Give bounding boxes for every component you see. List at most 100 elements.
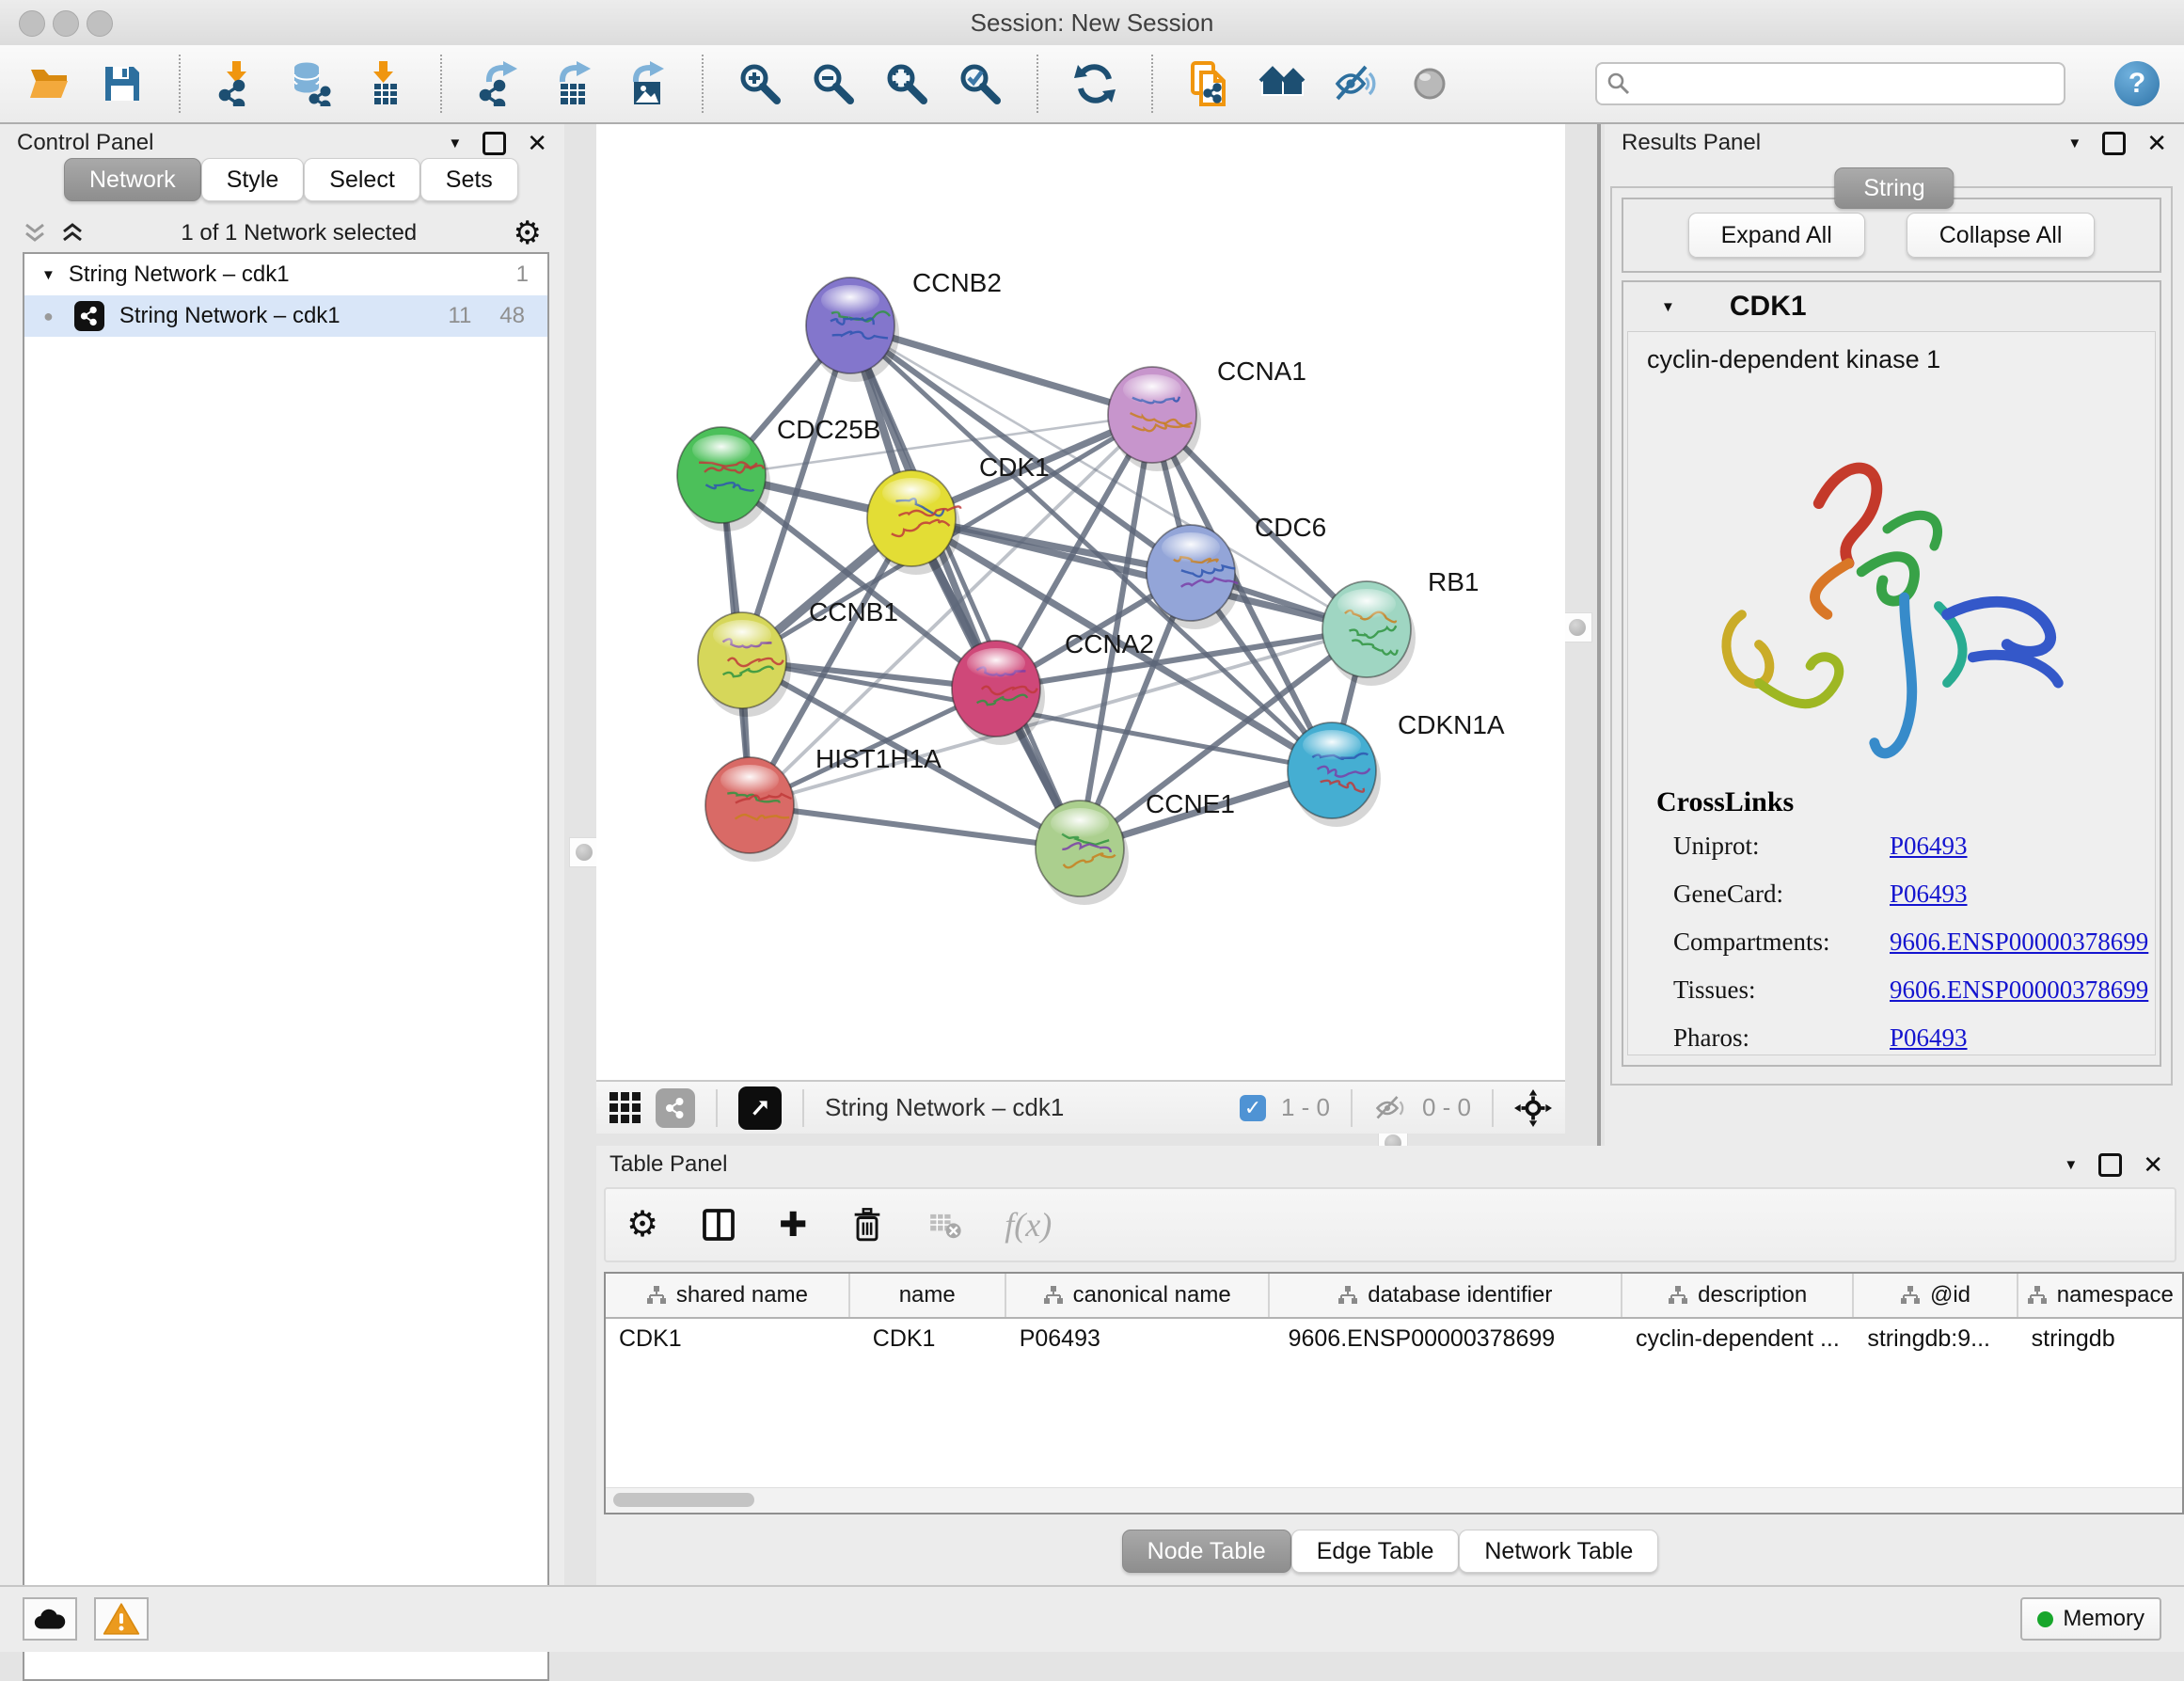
- column-header[interactable]: description: [1622, 1274, 1854, 1317]
- tab-network[interactable]: Network: [64, 158, 201, 201]
- selected-nodes-checkbox[interactable]: ✓: [1240, 1095, 1266, 1121]
- panel-dropdown-icon[interactable]: ▼: [448, 135, 462, 151]
- column-header[interactable]: namespace: [2018, 1274, 2182, 1317]
- export-network-icon[interactable]: [474, 59, 523, 108]
- zoom-out-icon[interactable]: [809, 59, 858, 108]
- left-split-grip[interactable]: [569, 837, 599, 867]
- toolbar-separator: [440, 55, 442, 113]
- table-row[interactable]: CDK1 CDK1 P06493 9606.ENSP00000378699 cy…: [606, 1319, 2182, 1358]
- panel-float-icon[interactable]: [2098, 1153, 2122, 1177]
- panel-close-icon[interactable]: ✕: [527, 131, 547, 155]
- panel-float-icon[interactable]: [483, 132, 506, 155]
- crosslink-link[interactable]: P06493: [1890, 880, 1968, 909]
- table-horizontal-scrollbar[interactable]: [606, 1487, 2182, 1513]
- zoom-fit-icon[interactable]: [882, 59, 931, 108]
- expand-all-button[interactable]: Expand All: [1688, 213, 1865, 258]
- open-session-icon[interactable]: [24, 59, 73, 108]
- network-edge-count: 48: [499, 303, 525, 329]
- crosslink-link[interactable]: P06493: [1890, 832, 1968, 861]
- title-bar: Session: New Session: [0, 0, 2184, 46]
- import-database-icon[interactable]: [286, 59, 335, 108]
- scrollbar-thumb[interactable]: [613, 1493, 754, 1507]
- delete-column-trash-icon[interactable]: [848, 1206, 886, 1244]
- panel-float-icon[interactable]: [2102, 132, 2126, 155]
- create-column-icon[interactable]: ✚: [779, 1208, 807, 1242]
- hidden-eye-icon[interactable]: [1373, 1091, 1407, 1125]
- crosslink-link[interactable]: P06493: [1890, 1023, 1968, 1053]
- node-label: CDC6: [1255, 513, 1326, 542]
- node-label: HIST1H1A: [815, 744, 942, 773]
- table-options-gear-icon[interactable]: ⚙: [626, 1207, 658, 1243]
- hide-selected-eye-icon[interactable]: [1332, 59, 1381, 108]
- shared-column-icon: [1900, 1285, 1921, 1306]
- column-header[interactable]: database identifier: [1270, 1274, 1622, 1317]
- memory-button[interactable]: Memory: [2020, 1597, 2161, 1641]
- tab-edge-table[interactable]: Edge Table: [1291, 1530, 1460, 1573]
- tab-style[interactable]: Style: [201, 158, 305, 201]
- column-header[interactable]: @id: [1854, 1274, 2018, 1317]
- network-canvas[interactable]: CCNB2CCNA1CDC25BCDK1CDC6RB1CCNB1CCNA2CDK…: [596, 124, 1565, 1134]
- cloud-button[interactable]: [23, 1597, 77, 1641]
- panel-dropdown-icon[interactable]: ▼: [2064, 1157, 2078, 1173]
- tab-select[interactable]: Select: [304, 158, 419, 201]
- main-toolbar: ?: [0, 45, 2184, 124]
- results-panel-title: Results Panel: [1622, 130, 1761, 156]
- export-table-icon[interactable]: [547, 59, 596, 108]
- show-columns-icon[interactable]: [700, 1206, 737, 1244]
- node-entry-header[interactable]: ▼ CDK1: [1623, 282, 2160, 331]
- node-result-entry: ▼ CDK1 cyclin-dependent kinase 1: [1622, 280, 2161, 1067]
- crosslink-label: GeneCard:: [1673, 880, 1890, 909]
- crosslink-link[interactable]: 9606.ENSP00000378699: [1890, 975, 2148, 1005]
- collapse-all-networks-icon[interactable]: [23, 221, 47, 246]
- expand-all-networks-icon[interactable]: [60, 221, 85, 246]
- string-home-icon[interactable]: [1258, 59, 1307, 108]
- string-toggle-icon[interactable]: [656, 1088, 695, 1128]
- panel-close-icon[interactable]: ✕: [2143, 1152, 2163, 1177]
- collapse-all-button[interactable]: Collapse All: [1907, 213, 2096, 258]
- refresh-icon[interactable]: [1070, 59, 1119, 108]
- open-in-browser-icon[interactable]: [738, 1086, 782, 1130]
- node-label: CCNB2: [912, 268, 1002, 297]
- column-header[interactable]: name: [850, 1274, 1006, 1317]
- fit-content-crosshair-icon[interactable]: [1514, 1089, 1552, 1127]
- export-image-icon[interactable]: [621, 59, 670, 108]
- right-split-grip[interactable]: [1562, 612, 1592, 642]
- tab-network-table[interactable]: Network Table: [1459, 1530, 1658, 1573]
- crosslink-row: Compartments: 9606.ENSP00000378699: [1673, 928, 2136, 957]
- share-document-icon[interactable]: [1185, 59, 1234, 108]
- node-label: CCNA2: [1065, 629, 1154, 658]
- network-collection-row[interactable]: ▼ String Network – cdk1 1: [24, 254, 547, 295]
- save-session-icon[interactable]: [98, 59, 147, 108]
- show-all-eye-icon[interactable]: [1405, 59, 1454, 108]
- memory-status-dot: [2037, 1611, 2053, 1627]
- tab-sets[interactable]: Sets: [420, 158, 518, 201]
- column-header[interactable]: canonical name: [1006, 1274, 1270, 1317]
- network-edge[interactable]: [750, 805, 1080, 848]
- results-panel: Results Panel ▼ ✕ String Expand All Coll…: [1605, 124, 2184, 1146]
- network-options-gear-icon[interactable]: ⚙: [514, 217, 542, 249]
- import-table-icon[interactable]: [359, 59, 408, 108]
- node-table: shared name name canonical name database…: [604, 1272, 2184, 1514]
- panel-close-icon[interactable]: ✕: [2146, 131, 2167, 155]
- network-row[interactable]: ● String Network – cdk1 11 48: [24, 295, 547, 337]
- import-network-icon[interactable]: [213, 59, 261, 108]
- crosslink-row: Pharos: P06493: [1673, 1023, 2136, 1053]
- crosslink-link[interactable]: 9606.ENSP00000378699: [1890, 928, 2148, 957]
- search-input[interactable]: [1595, 62, 2065, 105]
- entry-collapse-icon[interactable]: ▼: [1661, 299, 1675, 315]
- panel-dropdown-icon[interactable]: ▼: [2067, 135, 2081, 151]
- crosslink-row: GeneCard: P06493: [1673, 880, 2136, 909]
- node-label: RB1: [1428, 567, 1479, 596]
- tab-node-table[interactable]: Node Table: [1122, 1530, 1291, 1573]
- zoom-in-icon[interactable]: [736, 59, 784, 108]
- warnings-button[interactable]: [94, 1597, 149, 1641]
- toolbar-separator: [802, 1089, 804, 1127]
- string-results-container: Expand All Collapse All ▼ CDK1 cyclin-de…: [1610, 186, 2173, 1086]
- help-icon[interactable]: ?: [2114, 61, 2160, 106]
- crosslink-row: Tissues: 9606.ENSP00000378699: [1673, 975, 2136, 1005]
- column-header[interactable]: shared name: [606, 1274, 850, 1317]
- tab-string[interactable]: String: [1834, 167, 1954, 209]
- birdseye-view-icon[interactable]: [609, 1092, 641, 1123]
- collection-collapse-icon[interactable]: ▼: [41, 267, 55, 283]
- zoom-selected-icon[interactable]: [956, 59, 1005, 108]
